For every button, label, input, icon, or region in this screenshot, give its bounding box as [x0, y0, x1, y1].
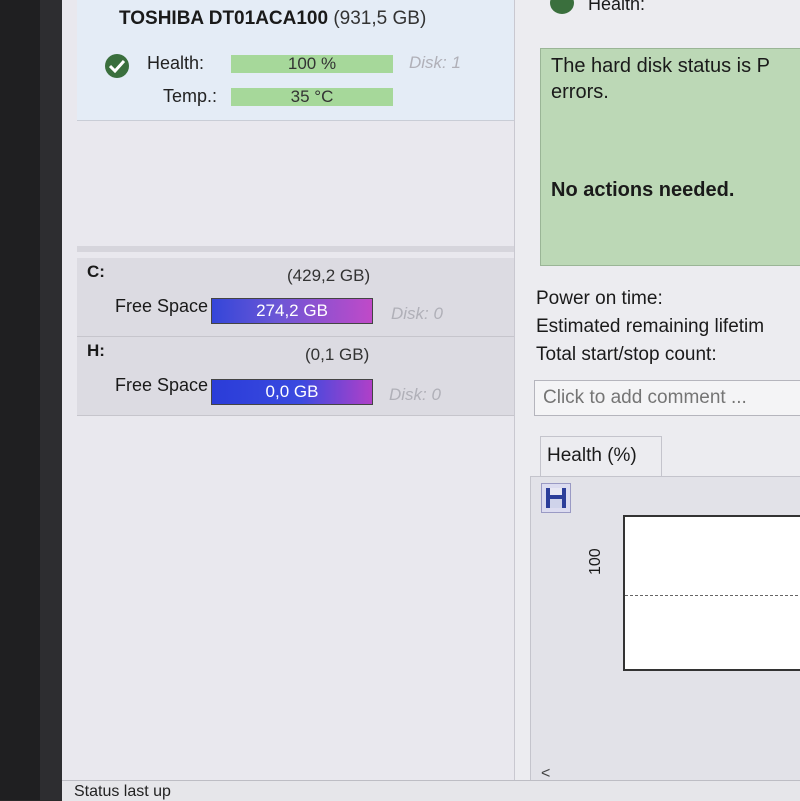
comment-box[interactable] — [534, 380, 800, 416]
bezel-edge — [40, 0, 62, 800]
start-stop-count-label: Total start/stop count: — [536, 344, 717, 365]
health-meter: 100 % — [231, 55, 393, 73]
graph-area: 100 < — [530, 476, 800, 782]
check-ok-icon — [105, 54, 129, 78]
volume-disk-index: Disk: 0 — [389, 385, 441, 404]
check-ok-icon — [550, 0, 574, 14]
disk-panel[interactable]: TOSHIBA DT01ACA100 (931,5 GB) Health: 10… — [77, 0, 514, 121]
volume-disk-index: Disk: 0 — [391, 304, 443, 323]
disk-index: Disk: 1 — [409, 53, 461, 72]
monitor-bezel — [0, 0, 62, 800]
power-on-time-label: Power on time: — [536, 288, 663, 309]
disk-list-empty-area — [77, 121, 514, 241]
y-tick-label: 100 — [587, 548, 604, 575]
comment-input[interactable] — [541, 385, 800, 411]
tab-label: Health (%) — [547, 445, 637, 466]
remaining-lifetime-label: Estimated remaining lifetim — [536, 316, 765, 337]
temp-label: Temp.: — [163, 86, 218, 106]
free-space-bar: 274,2 GB — [211, 298, 373, 324]
health-header: Health: — [588, 0, 646, 14]
status-bar-text: Status last up — [74, 783, 171, 800]
pane-separator[interactable] — [77, 246, 514, 252]
tab-health-graph[interactable]: Health (%) — [540, 436, 662, 477]
left-pane: TOSHIBA DT01ACA100 (931,5 GB) Health: 10… — [62, 0, 515, 780]
status-action: No actions needed. — [551, 179, 735, 201]
volume-h[interactable]: H: (0,1 GB) Free Space 0,0 GB Disk: 0 — [77, 337, 514, 416]
temp-meter: 35 °C — [231, 88, 393, 106]
status-bar: Status last up — [62, 780, 800, 801]
free-space-bar: 0,0 GB — [211, 379, 373, 405]
disk-size: (931,5 GB) — [333, 8, 427, 29]
right-pane: Health: The hard disk status is P errors… — [520, 0, 800, 782]
disk-model: TOSHIBA DT01ACA100 — [119, 8, 329, 29]
health-label: Health: — [147, 53, 205, 73]
save-icon[interactable] — [541, 483, 571, 513]
volume-size: (0,1 GB) — [305, 345, 370, 364]
status-box: The hard disk status is P errors. No act… — [540, 48, 800, 266]
health-line — [625, 595, 800, 596]
volume-size: (429,2 GB) — [287, 266, 371, 285]
free-space-label: Free Space — [115, 296, 209, 316]
status-text: The hard disk status is P errors. — [551, 55, 770, 103]
free-space-label: Free Space — [115, 375, 209, 395]
disk-title: TOSHIBA DT01ACA100 (931,5 GB) — [119, 8, 426, 30]
volume-c[interactable]: C: (429,2 GB) Free Space 274,2 GB Disk: … — [77, 258, 514, 337]
app-window: TOSHIBA DT01ACA100 (931,5 GB) Health: 10… — [62, 0, 800, 801]
health-plot — [623, 515, 800, 671]
volume-letter: H: — [87, 341, 105, 360]
volume-letter: C: — [87, 262, 105, 281]
